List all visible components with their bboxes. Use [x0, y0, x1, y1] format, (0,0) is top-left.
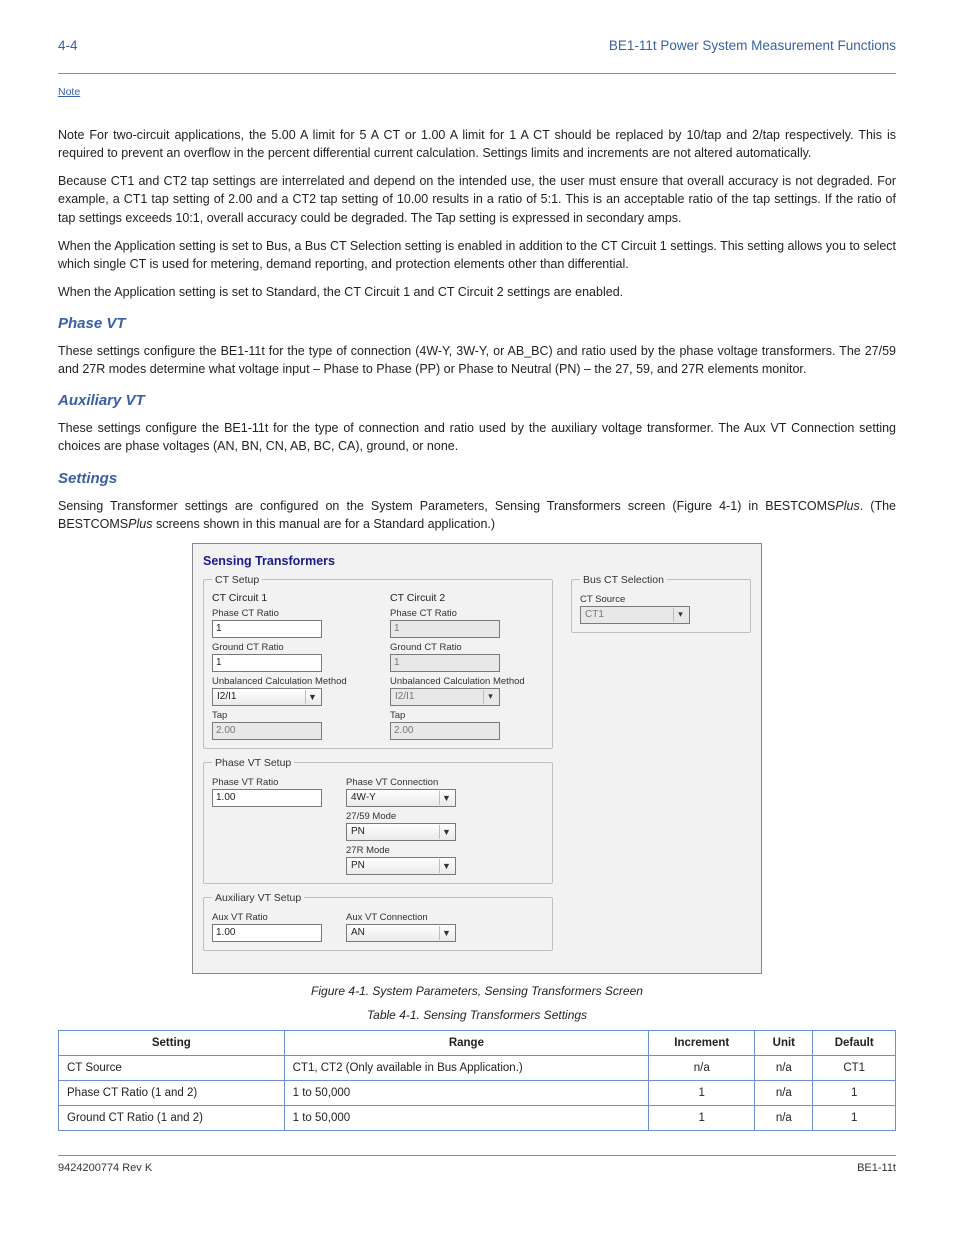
para-standard: When the Application setting is set to S…: [58, 283, 896, 301]
phase-ct-ratio-input-2: 1: [390, 620, 500, 638]
ct-circuit-2-header: CT Circuit 2: [390, 592, 544, 604]
footer-rule: [58, 1155, 896, 1156]
para-aux-vt: These settings configure the BE1-11t for…: [58, 419, 896, 455]
phase-vt-ratio-label: Phase VT Ratio: [212, 777, 322, 788]
aux-vt-setup-group: Auxiliary VT Setup Aux VT Ratio 1.00 Aux…: [203, 892, 553, 951]
bus-ct-selection-group: Bus CT Selection CT Source CT1▾: [571, 574, 751, 633]
ground-ct-ratio-input-2: 1: [390, 654, 500, 672]
table-row: Phase CT Ratio (1 and 2) 1 to 50,000 1 n…: [59, 1080, 896, 1105]
aux-vt-connection-select[interactable]: AN▼: [346, 924, 456, 942]
chevron-down-icon: ▼: [439, 926, 453, 940]
unbalanced-method-label-1: Unbalanced Calculation Method: [212, 676, 366, 687]
para-note: Note For two-circuit applications, the 5…: [58, 126, 896, 162]
ct-source-label: CT Source: [580, 594, 742, 605]
phase-ct-ratio-input-1[interactable]: 1: [212, 620, 322, 638]
phase-vt-connection-label: Phase VT Connection: [346, 777, 544, 788]
ground-ct-ratio-input-1[interactable]: 1: [212, 654, 322, 672]
phase-vt-ratio-input[interactable]: 1.00: [212, 789, 322, 807]
para-bus: When the Application setting is set to B…: [58, 237, 896, 273]
figure-title: Sensing Transformers: [203, 554, 751, 568]
ground-ct-ratio-label-2: Ground CT Ratio: [390, 642, 544, 653]
mode-27r-label: 27R Mode: [346, 845, 544, 856]
ct-source-select: CT1▾: [580, 606, 690, 624]
para-settings: Sensing Transformer settings are configu…: [58, 497, 896, 533]
page-number: 4-4: [58, 38, 78, 53]
chevron-down-icon: ▼: [439, 825, 453, 839]
bus-ct-selection-legend: Bus CT Selection: [580, 574, 667, 586]
th-setting: Setting: [59, 1030, 285, 1055]
aux-vt-ratio-input[interactable]: 1.00: [212, 924, 322, 942]
ct-setup-group: CT Setup CT Circuit 1 Phase CT Ratio 1 G…: [203, 574, 553, 749]
phase-vt-setup-group: Phase VT Setup Phase VT Ratio 1.00 Phase…: [203, 757, 553, 884]
ground-ct-ratio-label-1: Ground CT Ratio: [212, 642, 366, 653]
chevron-down-icon: ▼: [305, 690, 319, 704]
settings-heading: Settings: [58, 470, 896, 487]
phase-ct-ratio-label-2: Phase CT Ratio: [390, 608, 544, 619]
settings-table: Setting Range Increment Unit Default CT …: [58, 1030, 896, 1131]
table-caption: Table 4-1. Sensing Transformers Settings: [58, 1008, 896, 1022]
mode-2759-select[interactable]: PN▼: [346, 823, 456, 841]
para-taps: Because CT1 and CT2 tap settings are int…: [58, 172, 896, 226]
tap-label-1: Tap: [212, 710, 366, 721]
phase-vt-heading: Phase VT: [58, 315, 896, 332]
th-increment: Increment: [649, 1030, 755, 1055]
unbalanced-method-select-1[interactable]: I2/I1▼: [212, 688, 322, 706]
mode-2759-label: 27/59 Mode: [346, 811, 544, 822]
chevron-down-icon: ▾: [673, 608, 687, 622]
table-header-row: Setting Range Increment Unit Default: [59, 1030, 896, 1055]
header-title: BE1-11t Power System Measurement Functio…: [609, 38, 896, 53]
th-default: Default: [813, 1030, 896, 1055]
footer-left: 9424200774 Rev K: [58, 1162, 152, 1174]
note-anchor: Note: [58, 86, 80, 98]
footer-right: BE1-11t: [857, 1162, 896, 1174]
figure-caption: Figure 4-1. System Parameters, Sensing T…: [58, 984, 896, 998]
header-rule: [58, 73, 896, 74]
unbalanced-method-select-2: I2/I1▾: [390, 688, 500, 706]
phase-ct-ratio-label-1: Phase CT Ratio: [212, 608, 366, 619]
chevron-down-icon: ▼: [439, 859, 453, 873]
aux-vt-heading: Auxiliary VT: [58, 392, 896, 409]
table-row: CT Source CT1, CT2 (Only available in Bu…: [59, 1055, 896, 1080]
tap-input-2: 2.00: [390, 722, 500, 740]
chevron-down-icon: ▼: [439, 791, 453, 805]
sensing-transformers-figure: Sensing Transformers CT Setup CT Circuit…: [192, 543, 762, 974]
tap-label-2: Tap: [390, 710, 544, 721]
ct-circuit-1-header: CT Circuit 1: [212, 592, 366, 604]
mode-27r-select[interactable]: PN▼: [346, 857, 456, 875]
aux-vt-setup-legend: Auxiliary VT Setup: [212, 892, 304, 904]
th-range: Range: [284, 1030, 649, 1055]
unbalanced-method-label-2: Unbalanced Calculation Method: [390, 676, 544, 687]
chevron-down-icon: ▾: [483, 690, 497, 704]
tap-input-1: 2.00: [212, 722, 322, 740]
aux-vt-connection-label: Aux VT Connection: [346, 912, 544, 923]
aux-vt-ratio-label: Aux VT Ratio: [212, 912, 322, 923]
th-unit: Unit: [755, 1030, 813, 1055]
table-row: Ground CT Ratio (1 and 2) 1 to 50,000 1 …: [59, 1105, 896, 1130]
para-phase-vt: These settings configure the BE1-11t for…: [58, 342, 896, 378]
phase-vt-setup-legend: Phase VT Setup: [212, 757, 294, 769]
ct-setup-legend: CT Setup: [212, 574, 262, 586]
phase-vt-connection-select[interactable]: 4W-Y▼: [346, 789, 456, 807]
